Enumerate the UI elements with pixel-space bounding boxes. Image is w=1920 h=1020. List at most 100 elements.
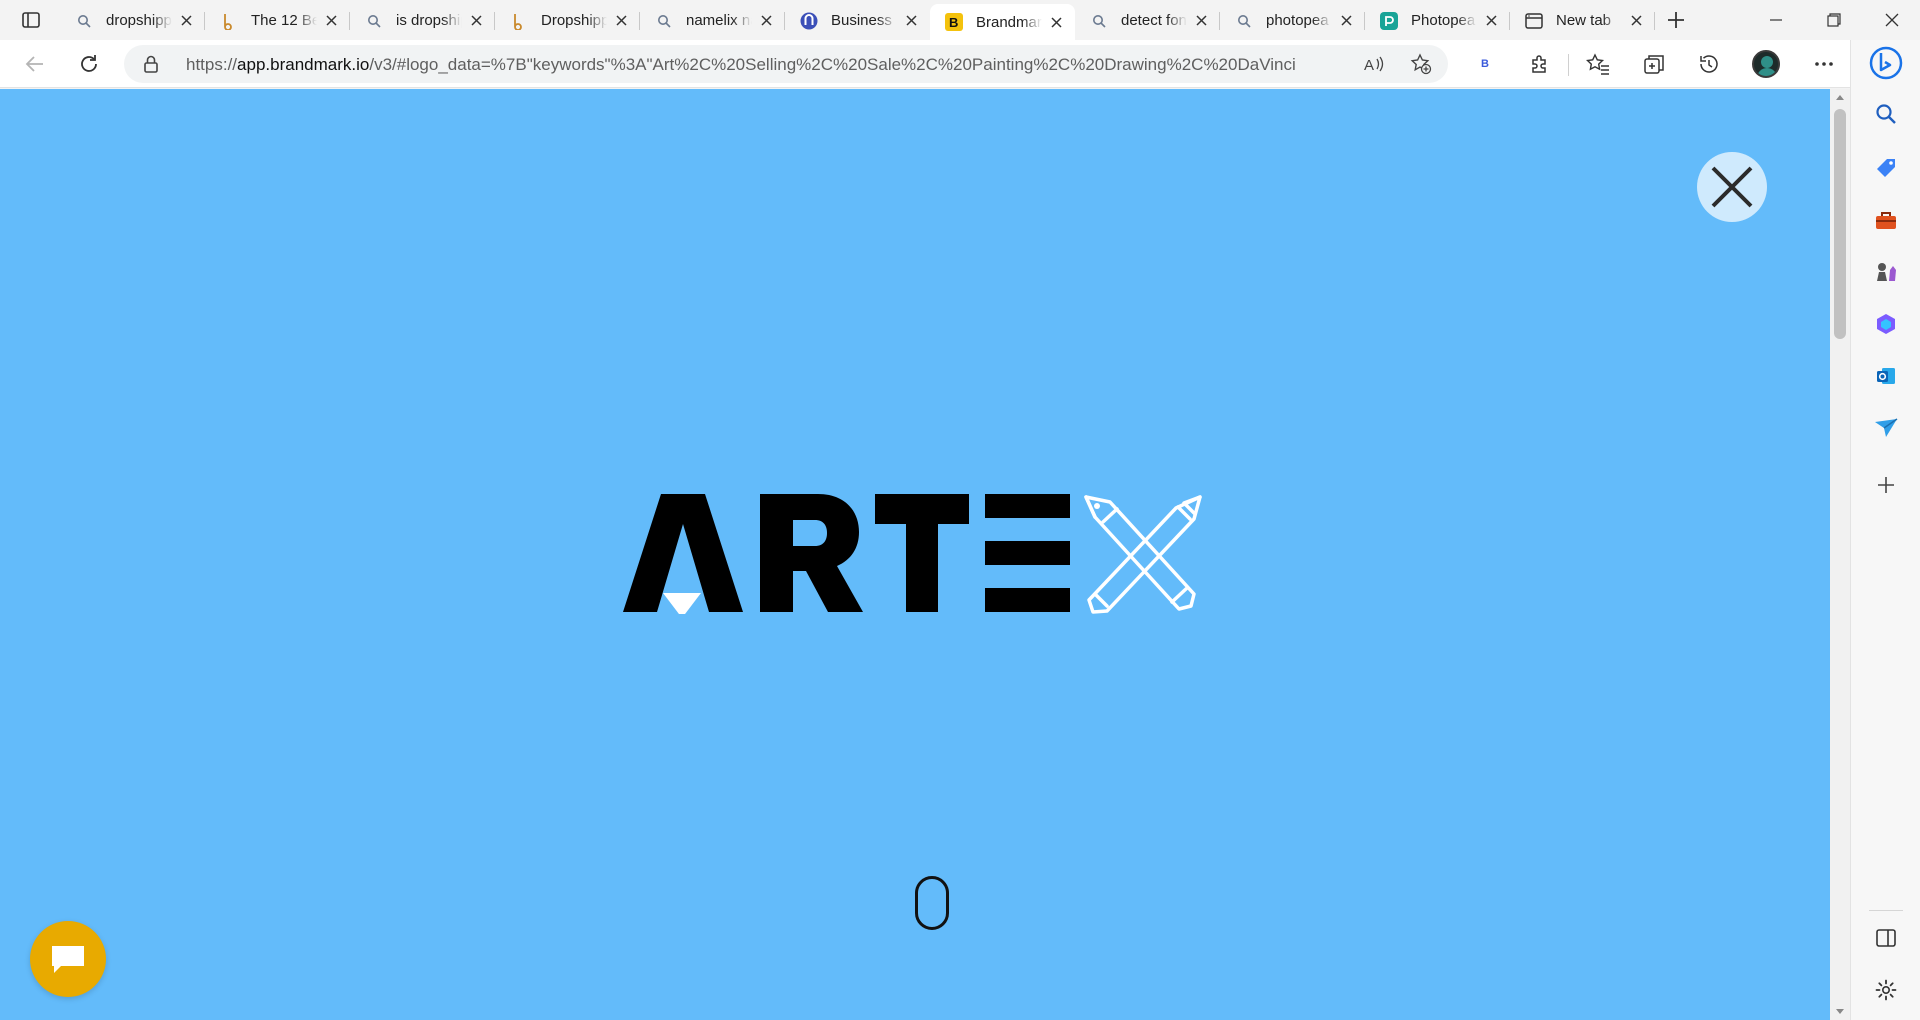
close-icon bbox=[1711, 166, 1753, 208]
restore-icon bbox=[1827, 13, 1841, 27]
tab-4[interactable]: namelix name bbox=[640, 4, 785, 37]
tab-close-button[interactable] bbox=[1046, 12, 1066, 32]
tab-1[interactable]: The 12 Best bbox=[205, 4, 350, 37]
tab-5[interactable]: Business Name bbox=[785, 4, 930, 37]
back-button[interactable] bbox=[18, 48, 52, 80]
sidebar-outlook-button[interactable] bbox=[1868, 358, 1904, 394]
tab-3[interactable]: Dropshipping bbox=[495, 4, 640, 37]
close-preview-button[interactable] bbox=[1697, 152, 1767, 222]
outlook-icon bbox=[1877, 368, 1895, 384]
page-scrollbar[interactable] bbox=[1830, 89, 1850, 1020]
close-icon bbox=[1050, 16, 1062, 28]
brandmark-icon: B bbox=[944, 12, 964, 32]
close-icon bbox=[905, 15, 917, 26]
tab-8[interactable]: photopea bbox=[1220, 4, 1365, 37]
sidebar-search-button[interactable] bbox=[1868, 96, 1904, 132]
read-aloud-button[interactable]: A bbox=[1360, 51, 1390, 77]
tab-strip: dropshipping The 12 Best is dropshipping Dr… bbox=[0, 0, 1920, 40]
add-favorite-button[interactable] bbox=[1406, 51, 1436, 77]
tab-close-button[interactable] bbox=[1336, 11, 1356, 31]
tab-close-button[interactable] bbox=[321, 11, 341, 31]
tab-close-button[interactable] bbox=[466, 11, 486, 31]
photopea-icon bbox=[1379, 11, 1399, 31]
close-icon bbox=[1485, 15, 1497, 26]
tab-10[interactable]: New tab bbox=[1510, 4, 1655, 37]
sidebar-m365-button[interactable] bbox=[1868, 306, 1904, 342]
tab-actions-button[interactable] bbox=[12, 8, 50, 32]
profile-extension-button[interactable]: B bbox=[1468, 48, 1502, 80]
tab-close-button[interactable] bbox=[176, 11, 196, 31]
tab-close-button[interactable] bbox=[611, 11, 631, 31]
paper-plane-icon bbox=[1875, 418, 1898, 437]
profile-avatar-button[interactable] bbox=[1749, 48, 1783, 80]
avatar bbox=[1752, 50, 1780, 78]
close-icon bbox=[180, 15, 192, 26]
tab-6[interactable]: B Brandmark bbox=[930, 4, 1075, 40]
tab-title: Dropshipping bbox=[541, 12, 607, 29]
sidebar-add-button[interactable] bbox=[1868, 467, 1904, 503]
minimize-button[interactable] bbox=[1748, 0, 1804, 40]
star-add-icon bbox=[1410, 53, 1432, 75]
search-icon bbox=[74, 11, 94, 31]
scroll-down-indicator[interactable] bbox=[915, 876, 949, 930]
close-icon bbox=[1885, 13, 1899, 27]
scroll-up-arrow[interactable] bbox=[1836, 95, 1844, 100]
minimize-icon bbox=[1770, 19, 1782, 21]
close-icon bbox=[1630, 15, 1642, 26]
tab-actions-icon bbox=[22, 12, 40, 28]
sidebar-tools-button[interactable] bbox=[1868, 202, 1904, 238]
favorites-button[interactable] bbox=[1581, 48, 1615, 80]
tab-title: dropshipping bbox=[106, 12, 172, 29]
tab-title: New tab bbox=[1556, 12, 1612, 29]
tab-9[interactable]: Photopea bbox=[1365, 4, 1510, 37]
search-icon bbox=[1876, 104, 1896, 124]
tab-7[interactable]: detect font bbox=[1075, 4, 1220, 37]
refresh-button[interactable] bbox=[72, 48, 106, 80]
restore-button[interactable] bbox=[1806, 0, 1862, 40]
tab-title: Business Name bbox=[831, 12, 897, 29]
tab-close-button[interactable] bbox=[1626, 11, 1646, 31]
sidebar-shopping-button[interactable] bbox=[1868, 150, 1904, 186]
artex-logo bbox=[623, 494, 1202, 614]
close-icon bbox=[760, 15, 772, 26]
tab-title: is dropshipping bbox=[396, 12, 462, 29]
arrow-left-icon bbox=[25, 56, 43, 72]
extensions-button[interactable] bbox=[1523, 48, 1557, 80]
collections-button[interactable] bbox=[1637, 48, 1671, 80]
browser-toolbar: https://app.brandmark.io/v3/#logo_data=%… bbox=[0, 40, 1920, 88]
close-icon bbox=[325, 15, 337, 26]
sidebar-settings-button[interactable] bbox=[1868, 972, 1904, 1008]
search-icon bbox=[654, 11, 674, 31]
namelix-icon bbox=[799, 11, 819, 31]
address-bar[interactable]: https://app.brandmark.io/v3/#logo_data=%… bbox=[124, 45, 1448, 83]
bing-icon bbox=[1869, 46, 1903, 80]
sidebar-send-button[interactable] bbox=[1868, 410, 1904, 446]
read-aloud-icon: A bbox=[1364, 56, 1384, 73]
sidebar-split-button[interactable] bbox=[1868, 920, 1904, 956]
history-button[interactable] bbox=[1692, 48, 1726, 80]
scroll-down-arrow[interactable] bbox=[1836, 1009, 1844, 1014]
tab-close-button[interactable] bbox=[1191, 11, 1211, 31]
logo-pen-pencil-x bbox=[1084, 495, 1202, 614]
tab-0[interactable]: dropshipping bbox=[60, 4, 205, 37]
tab-2[interactable]: is dropshipping bbox=[350, 4, 495, 37]
logo-letter-e-top bbox=[985, 494, 1070, 518]
new-tab-button[interactable] bbox=[1660, 6, 1692, 34]
scrollbar-thumb[interactable] bbox=[1834, 109, 1846, 339]
settings-more-button[interactable] bbox=[1807, 48, 1841, 80]
bing-copilot-button[interactable] bbox=[1868, 45, 1904, 81]
sidebar-games-button[interactable] bbox=[1868, 254, 1904, 290]
url-text[interactable]: https://app.brandmark.io/v3/#logo_data=%… bbox=[186, 55, 1296, 75]
tab-close-button[interactable] bbox=[756, 11, 776, 31]
url-scheme: https:// bbox=[186, 55, 238, 74]
history-icon bbox=[1700, 55, 1718, 73]
chat-button[interactable] bbox=[30, 921, 106, 997]
close-window-button[interactable] bbox=[1864, 0, 1920, 40]
logo-triangle-accent bbox=[663, 593, 701, 614]
tab-close-button[interactable] bbox=[1481, 11, 1501, 31]
lock-icon bbox=[144, 55, 158, 73]
url-host: app.brandmark.io bbox=[237, 55, 370, 74]
tab-close-button[interactable] bbox=[901, 11, 921, 31]
favorites-icon bbox=[1586, 53, 1609, 75]
chess-icon bbox=[1877, 263, 1896, 281]
